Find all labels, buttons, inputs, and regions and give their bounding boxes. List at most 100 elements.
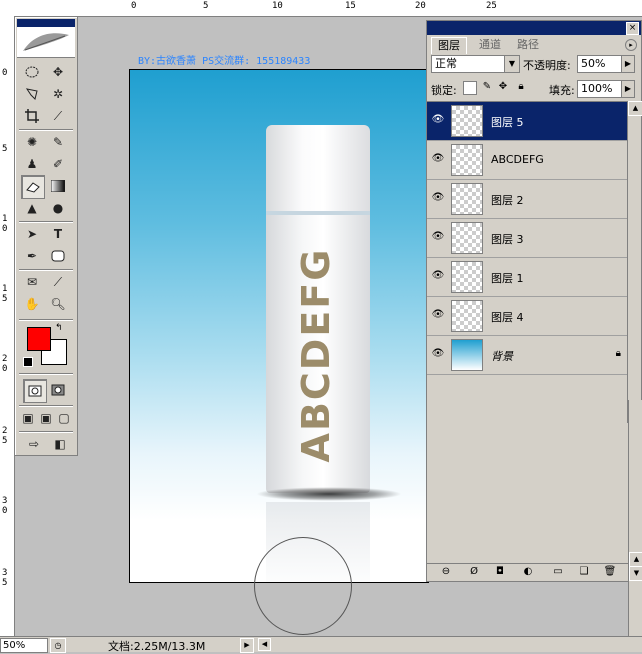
fill-label: 填充: <box>549 84 575 97</box>
fill-slider-arrow-icon[interactable]: ▶ <box>621 80 635 98</box>
eye-icon[interactable]: 👁︎ <box>431 114 445 126</box>
close-icon[interactable]: × <box>626 22 639 35</box>
brush-tool-icon[interactable]: ✎ <box>47 131 69 153</box>
magic-wand-tool-icon[interactable]: ✲ <box>47 83 69 105</box>
tab-layers[interactable]: 图层 <box>431 37 467 54</box>
clone-stamp-tool-icon[interactable]: ♟ <box>21 153 43 175</box>
lock-all-icon[interactable]: 🔒︎ <box>515 81 527 93</box>
jump-to-imageready-icon[interactable]: ⇨ <box>21 433 47 455</box>
lasso-tool-icon[interactable] <box>21 83 43 105</box>
eraser-tool-icon[interactable] <box>21 175 45 199</box>
panel-menu-icon[interactable]: ▸ <box>625 39 637 51</box>
chevron-down-icon[interactable]: ▼ <box>504 56 519 72</box>
lock-position-icon[interactable]: ✥ <box>497 81 509 93</box>
blend-mode-value: 正常 <box>435 57 457 70</box>
status-bar: 50% ◷ 文档:2.25M/13.3M ▶ ◀ <box>0 636 642 653</box>
eyedropper-tool-icon[interactable]: ⟋ <box>47 271 69 293</box>
vertical-scrollbar[interactable]: ▲ ▼ <box>628 400 642 636</box>
layer-thumbnail <box>451 222 483 254</box>
ruler-label: 5 <box>203 1 209 11</box>
layer-name: 图层 5 <box>491 116 524 129</box>
layer-row[interactable]: 👁︎ ABCDEFG <box>427 141 627 180</box>
layer-mask-icon[interactable]: ◘ <box>493 566 507 578</box>
type-tool-icon[interactable]: T <box>47 223 69 245</box>
new-group-icon[interactable]: ▭ <box>551 566 565 578</box>
eye-icon[interactable]: 👁︎ <box>431 231 445 243</box>
marquee-tool-icon[interactable] <box>21 61 43 83</box>
path-select-tool-icon[interactable]: ➤ <box>21 223 43 245</box>
toolbox-titlebar[interactable] <box>17 19 75 27</box>
opacity-slider-arrow-icon[interactable]: ▶ <box>621 55 635 73</box>
toolbox-header[interactable] <box>17 19 75 58</box>
link-layers-icon[interactable]: ⊖ <box>439 566 453 578</box>
move-tool-icon[interactable]: ✥ <box>47 61 69 83</box>
crop-tool-icon[interactable] <box>21 105 43 127</box>
layer-name: 图层 1 <box>491 272 524 285</box>
screen-mode-standard-icon[interactable]: ▣ <box>19 407 37 429</box>
lock-image-icon[interactable]: ✎ <box>481 81 493 93</box>
screen-mode-full-icon[interactable]: ▢ <box>55 407 73 429</box>
hand-tool-icon[interactable]: ✋ <box>21 293 43 315</box>
lock-transparency-icon[interactable] <box>463 81 477 95</box>
layer-row[interactable]: 👁︎ 图层 3 <box>427 219 627 258</box>
quick-mask-icon[interactable] <box>47 379 69 401</box>
layer-row[interactable]: 👁︎ 图层 4 <box>427 297 627 336</box>
layer-row[interactable]: 👁︎ 图层 2 <box>427 180 627 219</box>
tab-channels[interactable]: 通道 <box>473 37 507 53</box>
eye-icon[interactable]: 👁︎ <box>431 270 445 282</box>
fill-field[interactable]: 100% <box>577 80 622 98</box>
ruler-label: 0 <box>131 1 137 11</box>
default-colors-icon[interactable] <box>23 357 33 367</box>
lock-label: 锁定: <box>431 84 457 97</box>
layer-row[interactable]: 👁︎ 图层 1 <box>427 258 627 297</box>
slice-tool-icon[interactable]: ⟋ <box>47 105 69 127</box>
healing-brush-tool-icon[interactable]: ✺ <box>21 131 43 153</box>
layer-list: 👁︎ 图层 5 👁︎ ABCDEFG 👁︎ 图层 2 👁︎ 图层 3 👁︎ 图层… <box>427 101 627 424</box>
opacity-field[interactable]: 50% <box>577 55 622 73</box>
scroll-left-icon[interactable]: ◀ <box>258 638 271 651</box>
eye-icon[interactable]: 👁︎ <box>431 153 445 165</box>
layer-list-scrollbar[interactable]: ▲ ▼ <box>627 101 642 423</box>
pen-tool-icon[interactable]: ✒ <box>21 245 43 267</box>
ruler-label: 5 <box>2 294 8 304</box>
notes-tool-icon[interactable]: ✉ <box>21 271 43 293</box>
imageready-icon[interactable]: ◧ <box>49 433 71 455</box>
ruler-label: 10 <box>272 1 283 11</box>
horizontal-scrollbar[interactable]: ◀ <box>254 638 642 651</box>
scroll-up-icon[interactable]: ▲ <box>629 552 642 567</box>
ruler-label: 5 <box>2 144 8 154</box>
ruler-label: 3 <box>2 496 8 506</box>
scroll-down-icon[interactable]: ▼ <box>629 566 642 581</box>
layer-style-icon[interactable]: Ø <box>467 566 481 578</box>
eye-icon[interactable]: 👁︎ <box>431 309 445 321</box>
document-size: 文档:2.25M/13.3M <box>108 640 206 653</box>
swap-colors-icon[interactable]: ↰ <box>55 323 63 333</box>
layer-name: 图层 3 <box>491 233 524 246</box>
adjustment-layer-icon[interactable]: ◐ <box>521 566 535 578</box>
dodge-tool-icon[interactable]: ● <box>47 197 69 219</box>
layer-name: 背景 <box>491 350 513 363</box>
document-canvas[interactable]: ABCDEFG <box>129 69 429 583</box>
panel-titlebar[interactable]: × <box>427 21 641 35</box>
shape-tool-icon[interactable] <box>47 245 69 267</box>
layer-thumbnail <box>451 339 483 371</box>
ruler-label: 0 <box>2 224 8 234</box>
eye-icon[interactable]: 👁︎ <box>431 348 445 360</box>
screen-mode-full-menu-icon[interactable]: ▣ <box>37 407 55 429</box>
ruler-label: 5 <box>2 578 8 588</box>
trash-icon[interactable]: 🗑︎ <box>603 566 617 578</box>
tab-paths[interactable]: 路径 <box>511 37 545 53</box>
new-layer-icon[interactable]: ❑ <box>577 566 591 578</box>
gradient-tool-icon[interactable] <box>47 175 69 197</box>
blend-mode-select[interactable]: 正常 ▼ <box>431 55 520 73</box>
layer-thumbnail <box>451 183 483 215</box>
history-brush-tool-icon[interactable]: ✐ <box>47 153 69 175</box>
scroll-up-icon[interactable]: ▲ <box>628 101 642 116</box>
standard-mode-icon[interactable] <box>23 379 47 403</box>
zoom-tool-icon[interactable]: 🔍︎ <box>47 293 69 315</box>
layer-row[interactable]: 👁︎ 图层 5 <box>427 102 627 141</box>
eye-icon[interactable]: 👁︎ <box>431 192 445 204</box>
layer-row[interactable]: 👁︎ 背景 🔒︎ <box>427 336 627 375</box>
blur-tool-icon[interactable]: ▲ <box>21 197 43 219</box>
foreground-color-fill[interactable] <box>27 327 51 351</box>
